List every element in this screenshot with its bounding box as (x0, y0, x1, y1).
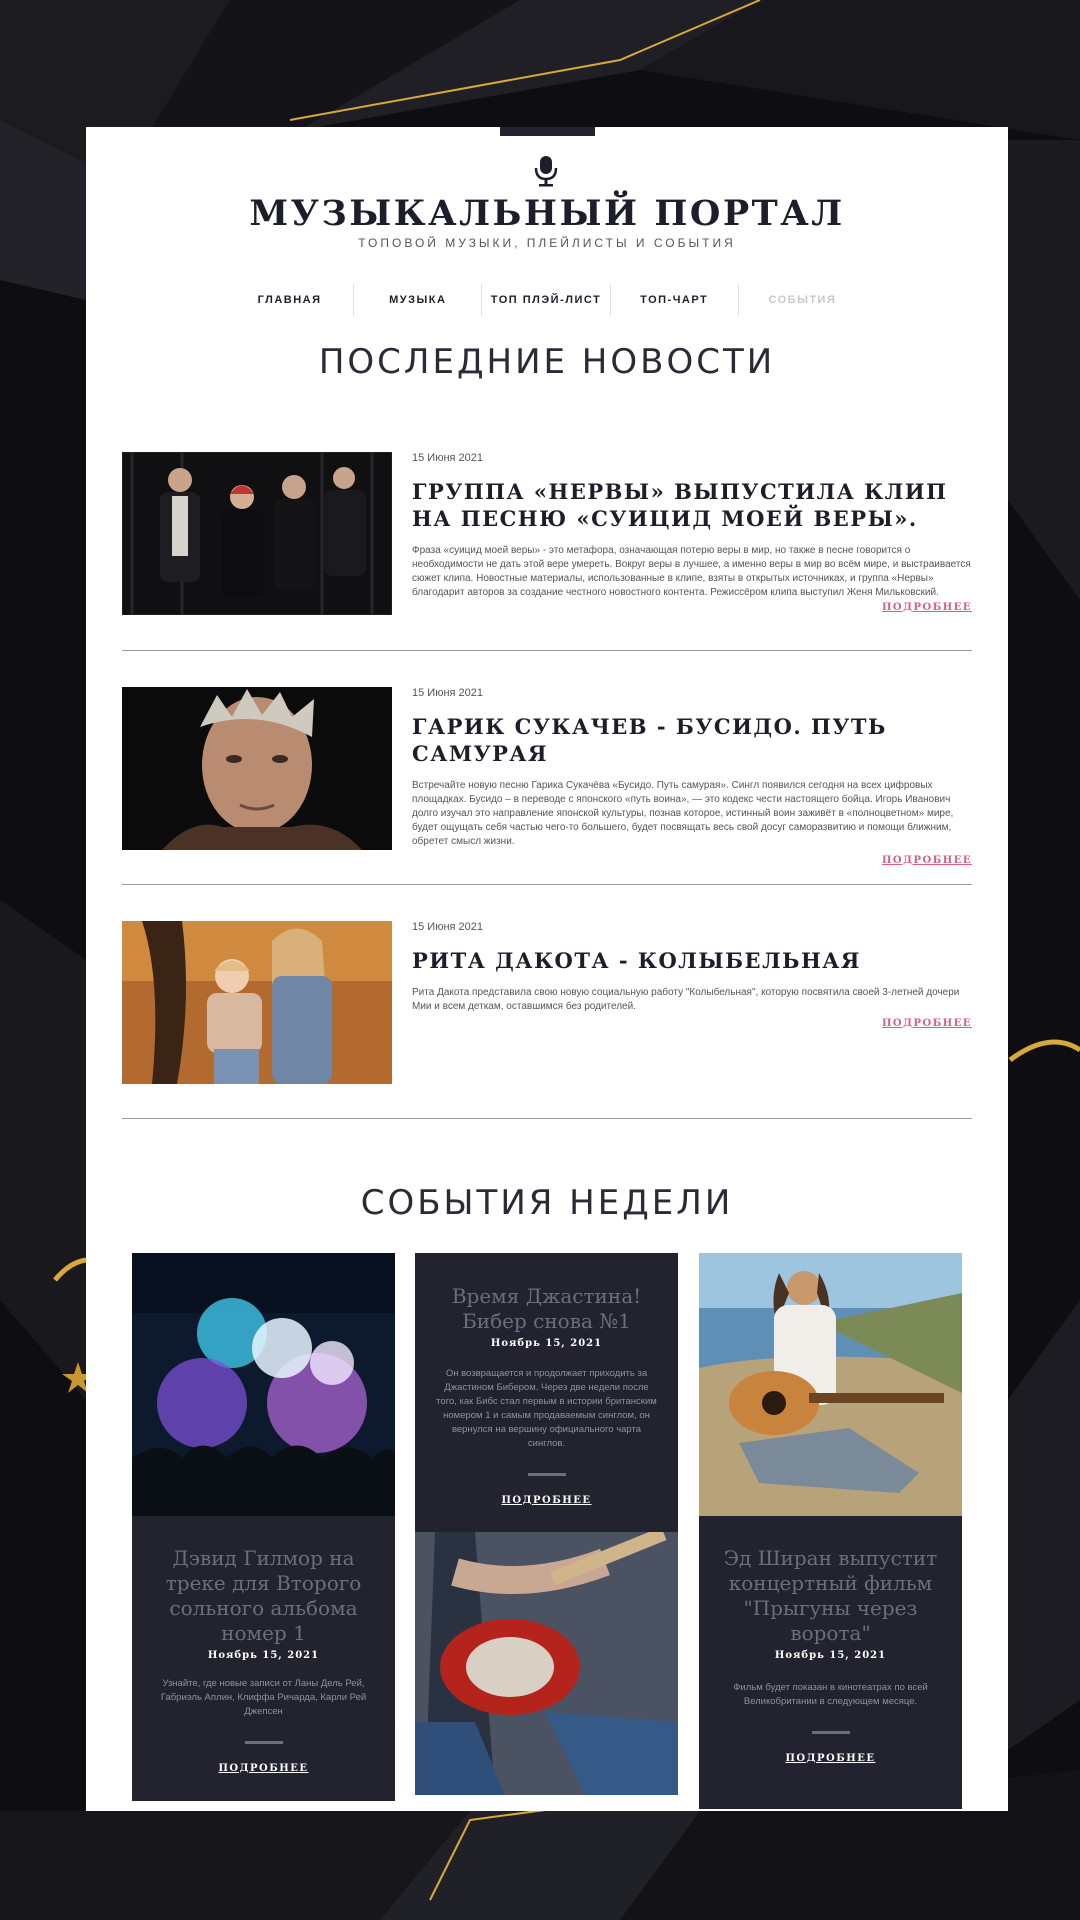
news-text: Рита Дакота представила свою новую социа… (412, 987, 960, 1012)
nav-item-top-chart[interactable]: ТОП-ЧАРТ (609, 284, 738, 316)
main-nav: ГЛАВНАЯ МУЗЫКА ТОП ПЛЭЙ-ЛИСТ ТОП-ЧАРТ СО… (226, 284, 866, 316)
event-card-body: Эд Ширан выпустит концертный фильм "Прыг… (699, 1516, 962, 1809)
event-title[interactable]: Время Джастина! Бибер снова №1 (433, 1284, 660, 1334)
event-divider (811, 1731, 850, 1734)
news-item: 15 Июня 2021 РИТА ДАКОТА - КОЛЫБЕЛЬНАЯ Р… (122, 921, 972, 1086)
event-title[interactable]: Эд Ширан выпустит концертный фильм "Прыг… (717, 1546, 944, 1646)
event-more-link[interactable]: ПОДРОБНЕЕ (501, 1495, 591, 1506)
news-section-title: ПОСЛЕДНИЕ НОВОСТИ (318, 342, 776, 382)
event-title[interactable]: Дэвид Гилмор на треке для Второго сольно… (150, 1546, 377, 1646)
news-divider (122, 650, 972, 651)
event-divider (244, 1741, 283, 1744)
read-more-link[interactable]: ПОДРОБНЕЕ (412, 855, 972, 866)
news-item: 15 Июня 2021 ГРУППА «НЕРВЫ» ВЫПУСТИЛА КЛ… (122, 452, 972, 617)
event-card: Время Джастина! Бибер снова №1 Ноябрь 15… (415, 1253, 678, 1795)
news-divider (122, 884, 972, 885)
event-date: Ноябрь 15, 2021 (774, 1650, 887, 1661)
read-more-link[interactable]: ПОДРОБНЕЕ (412, 602, 972, 613)
news-title[interactable]: ГАРИК СУКАЧЕВ - БУСИДО. ПУТЬ САМУРАЯ (412, 713, 972, 767)
event-date: Ноябрь 15, 2021 (490, 1338, 603, 1349)
news-text: Встречайте новую песню Гарика Сукачёва «… (412, 780, 954, 847)
event-divider (527, 1473, 566, 1476)
top-tab-strip (500, 127, 595, 136)
event-image-acoustic-guitar[interactable] (699, 1253, 962, 1516)
news-text: Фраза «суицид моей веры» - это метафора,… (412, 545, 971, 598)
event-image-concert[interactable] (132, 1253, 395, 1516)
read-more-link[interactable]: ПОДРОБНЕЕ (412, 1018, 972, 1029)
microphone-icon (534, 156, 558, 187)
event-more-link[interactable]: ПОДРОБНЕЕ (785, 1753, 875, 1764)
news-image-portrait[interactable] (122, 687, 392, 850)
news-image-band[interactable] (122, 452, 392, 615)
news-title[interactable]: ГРУППА «НЕРВЫ» ВЫПУСТИЛА КЛИП НА ПЕСНЮ «… (412, 478, 972, 532)
news-image-mother-daughter[interactable] (122, 921, 392, 1084)
site-title: МУЗЫКАЛЬНЫЙ ПОРТАЛ (249, 193, 845, 234)
event-card-body: Время Джастина! Бибер снова №1 Ноябрь 15… (415, 1253, 678, 1532)
news-title[interactable]: РИТА ДАКОТА - КОЛЫБЕЛЬНАЯ (412, 947, 972, 974)
nav-item-events[interactable]: СОБЫТИЯ (737, 284, 866, 316)
nav-item-music[interactable]: МУЗЫКА (353, 284, 481, 316)
content-page: МУЗЫКАЛЬНЫЙ ПОРТАЛ ТОПОВОЙ МУЗЫКИ, ПЛЕЙЛ… (86, 127, 1008, 1811)
event-text: Узнайте, где новые записи от Ланы Дель Р… (160, 1678, 367, 1717)
event-card: Дэвид Гилмор на треке для Второго сольно… (132, 1253, 395, 1801)
news-date: 15 Июня 2021 (412, 921, 484, 933)
news-item: 15 Июня 2021 ГАРИК СУКАЧЕВ - БУСИДО. ПУТ… (122, 687, 972, 866)
news-date: 15 Июня 2021 (412, 687, 484, 699)
news-date: 15 Июня 2021 (412, 452, 484, 464)
event-text: Он возвращается и продолжает приходить з… (436, 1368, 657, 1449)
event-more-link[interactable]: ПОДРОБНЕЕ (218, 1763, 308, 1774)
event-card: Эд Ширан выпустит концертный фильм "Прыг… (699, 1253, 962, 1809)
news-divider (122, 1118, 972, 1119)
event-date: Ноябрь 15, 2021 (207, 1650, 320, 1661)
event-image-electric-guitar[interactable] (415, 1532, 678, 1795)
events-section-title: СОБЫТИЯ НЕДЕЛИ (360, 1183, 734, 1223)
event-text: Фильм будет показан в кинотеатрах по все… (733, 1682, 928, 1707)
nav-item-home[interactable]: ГЛАВНАЯ (226, 284, 353, 316)
nav-item-top-playlist[interactable]: ТОП ПЛЭЙ-ЛИСТ (481, 284, 609, 316)
event-card-body: Дэвид Гилмор на треке для Второго сольно… (132, 1516, 395, 1801)
site-subtitle: ТОПОВОЙ МУЗЫКИ, ПЛЕЙЛИСТЫ И СОБЫТИЯ (358, 236, 736, 250)
